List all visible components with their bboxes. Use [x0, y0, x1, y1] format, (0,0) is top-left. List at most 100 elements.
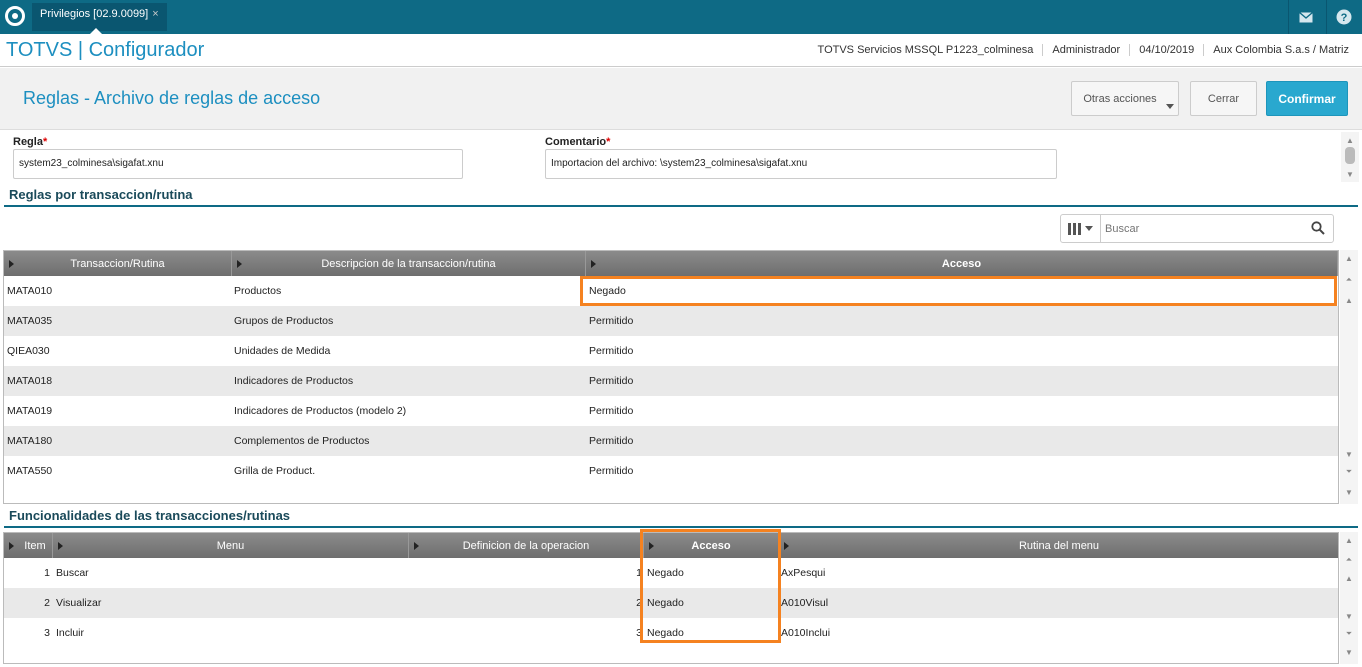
chevron-down-icon	[1166, 104, 1174, 109]
rules-scrollbar[interactable]: ▲ ⏶ ▲ ▼ ⏷ ▼	[1340, 250, 1358, 504]
scroll-page-up-icon[interactable]: ⏶	[1343, 554, 1355, 566]
cell-menu: Buscar	[56, 567, 89, 579]
tab-close-icon[interactable]: ×	[152, 3, 158, 25]
cell-descripcion: Indicadores de Productos (modelo 2)	[234, 405, 407, 417]
table-row[interactable]: MATA035 Grupos de Productos Permitido	[4, 306, 1338, 336]
scroll-down-icon[interactable]: ▼	[1344, 168, 1356, 180]
col-acceso[interactable]: Acceso	[586, 251, 1338, 276]
columns-button[interactable]	[1061, 215, 1101, 242]
scroll-down-icon[interactable]: ▼	[1343, 610, 1355, 622]
func-table-header: Item Menu Definicion de la operacion Acc…	[4, 533, 1338, 558]
cell-acceso: Permitido	[589, 315, 634, 327]
scroll-page-up-icon[interactable]: ⏶	[1343, 274, 1355, 286]
rules-section-title: Reglas por transaccion/rutina	[4, 187, 1358, 207]
col-item[interactable]: Item	[4, 533, 53, 558]
table-row[interactable]: QIEA030 Unidades de Medida Permitido	[4, 336, 1338, 366]
cell-acceso: Permitido	[589, 405, 634, 417]
scroll-thumb[interactable]	[1345, 147, 1355, 164]
col-transaccion[interactable]: Transaccion/Rutina	[4, 251, 232, 276]
svg-text:?: ?	[1340, 12, 1347, 24]
scroll-top-icon[interactable]: ▲	[1343, 534, 1355, 546]
regla-field[interactable]: system23_colminesa\sigafat.xnu	[13, 149, 463, 179]
close-button[interactable]: Cerrar	[1190, 81, 1257, 116]
table-row[interactable]: MATA019 Indicadores de Productos (modelo …	[4, 396, 1338, 426]
logo-icon[interactable]	[5, 6, 25, 26]
comentario-label-text: Comentario	[545, 136, 607, 148]
cell-rutina: A010Visul	[781, 597, 829, 609]
cell-descripcion: Complementos de Productos	[234, 435, 370, 447]
required-mark: *	[606, 136, 611, 148]
scroll-bottom-icon[interactable]: ▼	[1343, 646, 1355, 658]
table-row[interactable]: 2 Visualizar 2 Negado A010Visul	[4, 588, 1338, 618]
col-label: Descripcion de la transaccion/rutina	[321, 257, 496, 270]
confirm-button[interactable]: Confirmar	[1266, 81, 1348, 116]
cell-transaccion: MATA019	[7, 405, 53, 417]
col-label: Rutina del menu	[1018, 539, 1100, 552]
col-definicion[interactable]: Definicion de la operacion	[409, 533, 644, 558]
sort-icon	[237, 260, 242, 268]
cell-menu: Visualizar	[56, 597, 102, 609]
more-actions-button[interactable]: Otras acciones	[1071, 81, 1179, 116]
sort-icon	[9, 542, 14, 550]
cell-item: 2	[44, 597, 50, 609]
cell-descripcion: Unidades de Medida	[234, 345, 331, 357]
table-row[interactable]: MATA010 Productos Negado	[4, 276, 1338, 306]
scroll-page-down-icon[interactable]: ⏷	[1343, 466, 1355, 478]
sort-icon	[784, 542, 789, 550]
more-actions-label: Otras acciones	[1083, 92, 1157, 105]
sort-icon	[58, 542, 63, 550]
cell-transaccion: MATA035	[7, 315, 53, 327]
col-rutina[interactable]: Rutina del menu	[779, 533, 1338, 558]
cell-item: 3	[44, 627, 50, 639]
app-title: TOTVS | Configurador	[6, 39, 205, 61]
form-scrollbar[interactable]: ▲ ▼	[1341, 132, 1359, 182]
cell-transaccion: MATA180	[7, 435, 53, 447]
search-icon[interactable]	[1311, 221, 1325, 235]
table-row[interactable]: MATA180 Complementos de Productos Permitid…	[4, 426, 1338, 456]
header-company: Aux Colombia S.a.s / Matriz	[1203, 44, 1358, 56]
cell-acceso: Negado	[647, 567, 684, 579]
scroll-up-icon[interactable]: ▲	[1344, 134, 1356, 146]
search-input[interactable]	[1105, 220, 1305, 238]
sort-icon	[9, 260, 14, 268]
cell-acceso: Negado	[647, 627, 684, 639]
col-descripcion[interactable]: Descripcion de la transaccion/rutina	[232, 251, 586, 276]
scroll-up-icon[interactable]: ▲	[1343, 294, 1355, 306]
close-label: Cerrar	[1207, 92, 1240, 105]
cell-definicion: 1	[636, 567, 642, 579]
cell-descripcion: Grupos de Productos	[234, 315, 334, 327]
cell-acceso: Permitido	[589, 465, 634, 477]
scroll-top-icon[interactable]: ▲	[1343, 252, 1355, 264]
help-icon[interactable]: ?	[1326, 0, 1360, 34]
rules-table-header: Transaccion/Rutina Descripcion de la tra…	[4, 251, 1338, 276]
comentario-field[interactable]: Importacion del archivo: \system23_colmi…	[545, 149, 1057, 179]
func-scrollbar[interactable]: ▲ ⏶ ▲ ▼ ⏷ ▼	[1340, 532, 1358, 664]
header-date: 04/10/2019	[1129, 44, 1203, 56]
cell-definicion: 3	[636, 627, 642, 639]
cell-rutina: AxPesqui	[781, 567, 826, 579]
table-row[interactable]: MATA550 Grilla de Product. Permitido	[4, 456, 1338, 486]
table-row[interactable]: MATA018 Indicadores de Productos Permitido	[4, 366, 1338, 396]
tab-label: Privilegios [02.9.0099]	[40, 8, 149, 20]
table-row[interactable]: 1 Buscar 1 Negado AxPesqui	[4, 558, 1338, 588]
tab-privilegios[interactable]: Privilegios [02.9.0099] ×	[32, 3, 167, 34]
rules-table: Transaccion/Rutina Descripcion de la tra…	[3, 250, 1339, 504]
scroll-down-icon[interactable]: ▼	[1343, 448, 1355, 460]
confirm-label: Confirmar	[1278, 91, 1336, 106]
comentario-label: Comentario*	[545, 136, 610, 148]
page-title: Reglas - Archivo de reglas de acceso	[23, 88, 321, 108]
col-menu[interactable]: Menu	[53, 533, 409, 558]
cell-transaccion: MATA550	[7, 465, 53, 477]
cell-transaccion: QIEA030	[7, 345, 50, 357]
search-box[interactable]	[1060, 214, 1334, 243]
scroll-up-icon[interactable]: ▲	[1343, 572, 1355, 584]
table-row[interactable]: 3 Incluir 3 Negado A010Inclui	[4, 618, 1338, 648]
mail-icon[interactable]	[1288, 0, 1322, 34]
scroll-page-down-icon[interactable]: ⏷	[1343, 628, 1355, 640]
col-label: Acceso	[691, 539, 731, 552]
cell-transaccion: MATA018	[7, 375, 53, 387]
cell-acceso: Permitido	[589, 375, 634, 387]
col-acceso-func[interactable]: Acceso	[644, 533, 779, 558]
page-toolbar: Reglas - Archivo de reglas de acceso Otr…	[0, 68, 1362, 130]
scroll-bottom-icon[interactable]: ▼	[1343, 486, 1355, 498]
